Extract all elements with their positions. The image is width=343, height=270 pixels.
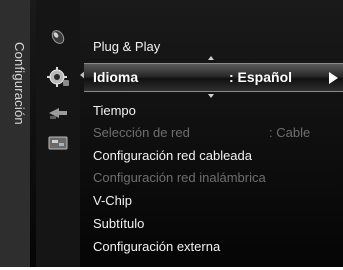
menu-item-tiempo[interactable]: Tiempo [93, 100, 136, 122]
scroll-down-icon[interactable] [208, 94, 214, 98]
menu-item-label: Plug & Play [93, 39, 161, 54]
tv-menu-screen: Configuración Plug & Play Idioma: Españ… [0, 0, 343, 270]
input-icon[interactable] [45, 103, 71, 123]
menu-panel: Configuración Plug & Play Idioma: Españ… [0, 0, 343, 267]
menu-item-label: Configuración red inalámbrica [93, 170, 266, 185]
menu-item-label: Idioma [93, 69, 139, 85]
menu-item-configuracion-red-cableada[interactable]: Configuración red cableada [93, 145, 252, 167]
menu-item-configuracion-red-inalambrica: Configuración red inalámbrica [93, 167, 266, 189]
picture-icon[interactable] [45, 26, 71, 46]
menu-item-label: Selección de red [93, 125, 190, 140]
menu-item-value: : Español [229, 69, 293, 85]
settings-icon[interactable] [45, 67, 71, 87]
scroll-up-icon[interactable] [208, 56, 214, 60]
menu-item-idioma[interactable]: Idioma : Español [84, 63, 343, 92]
menu-item-label: Tiempo [93, 103, 136, 118]
menu-item-label: Configuración red cableada [93, 148, 252, 163]
right-arrow-icon[interactable] [329, 72, 338, 84]
menu-item-label: Subtítulo [93, 216, 145, 231]
settings-menu: Plug & Play Idioma : Español Tiempo Sele… [84, 0, 343, 267]
menu-item-v-chip[interactable]: V-Chip [93, 190, 132, 212]
category-icon-column [36, 0, 80, 267]
application-icon[interactable] [45, 133, 71, 153]
menu-item-label: Configuración externa [93, 239, 221, 254]
menu-item-subtitulo[interactable]: Subtítulo [93, 213, 144, 235]
category-label: Configuración [12, 42, 27, 125]
category-tab: Configuración [0, 0, 30, 267]
menu-item-plug-and-play[interactable]: Plug & Play [93, 36, 160, 58]
menu-item-seleccion-de-red: Selección de red : Cable [93, 122, 310, 144]
menu-item-configuracion-externa[interactable]: Configuración externa [93, 236, 220, 258]
menu-item-label: V-Chip [93, 193, 133, 208]
menu-item-value: : Cable [269, 125, 311, 140]
